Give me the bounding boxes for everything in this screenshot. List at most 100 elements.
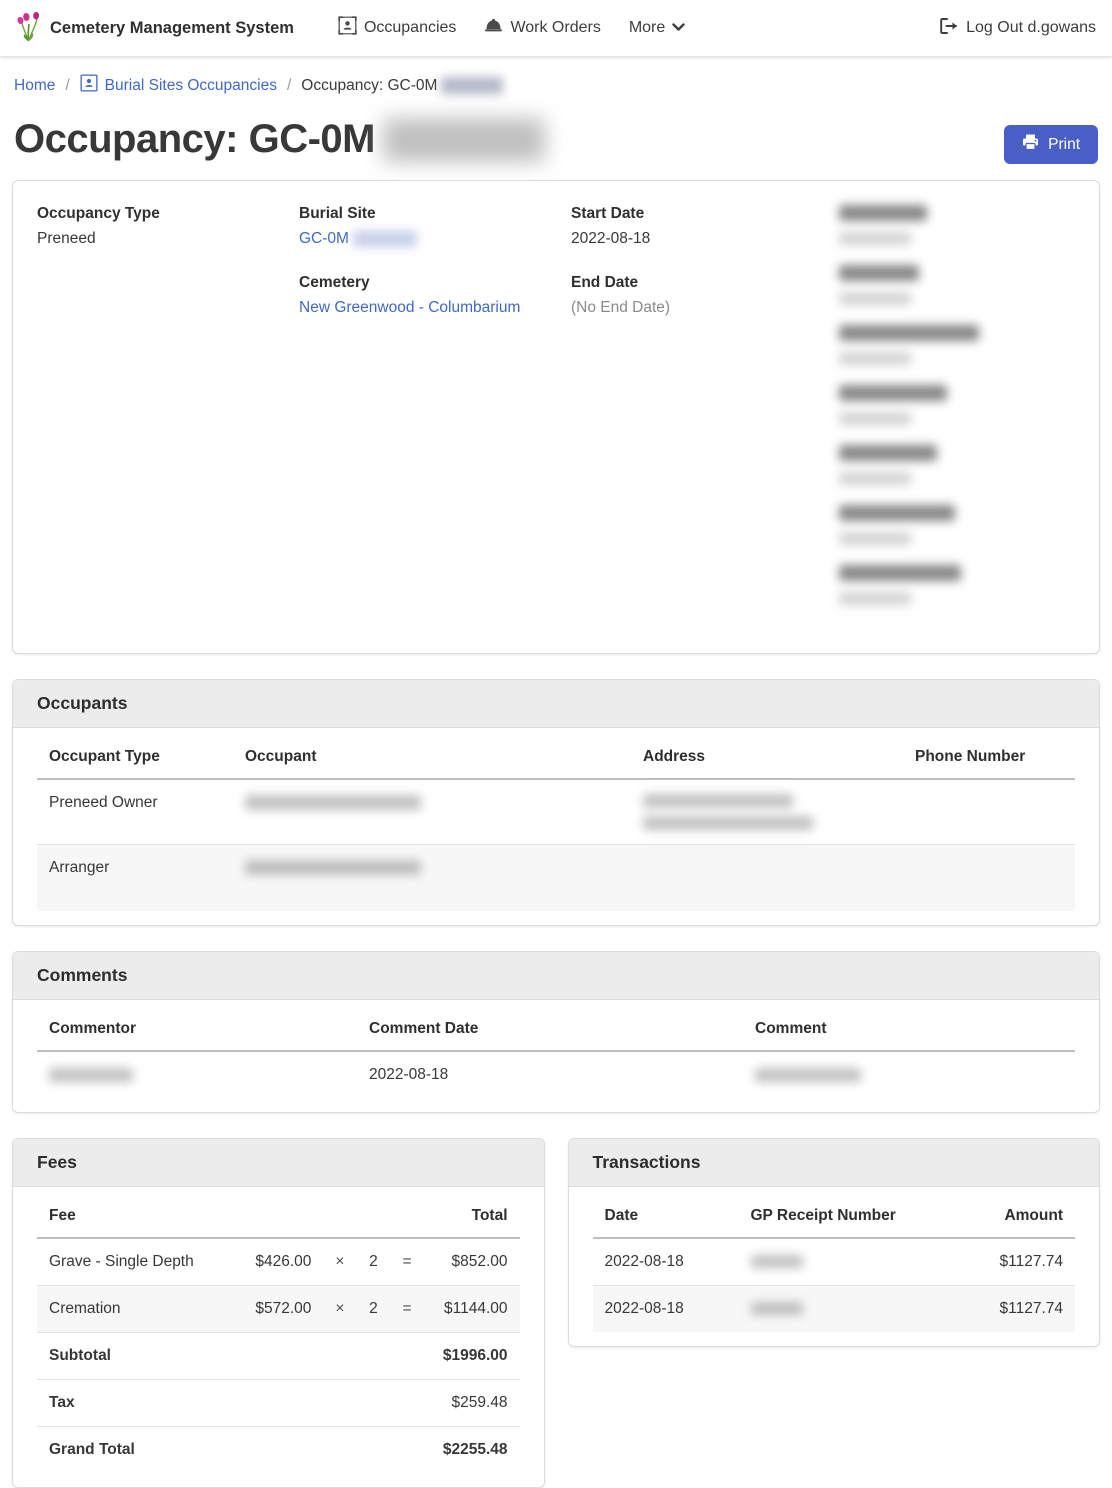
transactions-table: Date GP Receipt Number Amount 2022-08-18… (593, 1193, 1076, 1332)
redacted-field (839, 505, 1075, 548)
redacted-text (643, 794, 793, 808)
redacted-label (839, 505, 955, 521)
col-occupant: Occupant (233, 734, 631, 779)
subtotal-label: Subtotal (37, 1333, 235, 1380)
redacted-value (839, 592, 911, 605)
field-occupancy-type: Occupancy Type Preneed (37, 205, 299, 248)
details-col-2: Burial Site GC-0M Cemetery New Greenwood… (299, 205, 571, 625)
phone-cell (903, 779, 1075, 845)
logout-label: Log Out d.gowans (966, 19, 1096, 37)
redacted-label (839, 445, 937, 461)
cemetery-link[interactable]: New Greenwood - Columbarium (299, 299, 520, 316)
comment-date-cell: 2022-08-18 (357, 1051, 743, 1098)
occupants-section-title: Occupants (13, 680, 1099, 728)
redacted-label (839, 205, 927, 221)
redacted-field (839, 565, 1075, 608)
table-row: 2022-08-18 (37, 1051, 1075, 1098)
col-comment-date: Comment Date (357, 1006, 743, 1051)
fee-name-cell: Grave - Single Depth (37, 1238, 235, 1286)
field-label: Burial Site (299, 205, 571, 223)
nav-item-work-orders[interactable]: Work Orders (484, 17, 600, 39)
redacted-value (839, 352, 911, 365)
field-value: 2022-08-18 (571, 230, 839, 248)
nav-item-more[interactable]: More (629, 19, 685, 37)
fee-total-cell: $1144.00 (424, 1286, 520, 1333)
col-fee: Fee (37, 1193, 390, 1238)
occupants-table: Occupant Type Occupant Address Phone Num… (37, 734, 1075, 911)
breadcrumb-current-label: Occupancy: GC-0M (301, 77, 437, 95)
redacted-value (839, 412, 911, 425)
brand[interactable]: Cemetery Management System (16, 10, 294, 47)
redacted-value (839, 232, 911, 245)
gp-receipt-cell (739, 1238, 951, 1286)
details-col-3: Start Date 2022-08-18 End Date (No End D… (571, 205, 839, 625)
col-comment: Comment (743, 1006, 1075, 1051)
subtotal-row: Subtotal $1996.00 (37, 1333, 520, 1380)
col-total: Total (390, 1193, 519, 1238)
col-address: Address (631, 734, 903, 779)
top-navbar: Cemetery Management System Occupancies W… (0, 0, 1112, 56)
redacted-value (839, 532, 911, 545)
fee-qty-cell: 2 (356, 1286, 390, 1333)
printer-icon (1022, 134, 1039, 155)
occupancy-frame-icon (338, 16, 357, 40)
redacted-label (839, 565, 961, 581)
transaction-date-cell: 2022-08-18 (593, 1238, 739, 1286)
nav-item-occupancies[interactable]: Occupancies (338, 16, 457, 40)
times-sign: × (323, 1238, 356, 1286)
occupant-cell (233, 779, 631, 845)
occupant-cell (233, 845, 631, 912)
transaction-amount-cell: $1127.74 (951, 1238, 1076, 1286)
redacted-text (49, 1068, 133, 1082)
field-burial-site: Burial Site GC-0M (299, 205, 571, 248)
gp-receipt-cell (739, 1286, 951, 1333)
page-title-text: Occupancy: GC-0M (14, 117, 375, 162)
details-grid: Occupancy Type Preneed Burial Site GC-0M… (37, 205, 1075, 625)
details-col-1: Occupancy Type Preneed (37, 205, 299, 625)
redacted-field (839, 205, 1075, 248)
fee-name-cell: Cremation (37, 1286, 235, 1333)
redacted-field (839, 445, 1075, 488)
breadcrumb-occupancies-label: Burial Sites Occupancies (105, 77, 277, 95)
field-value: Preneed (37, 230, 299, 248)
fee-unit-cell: $572.00 (235, 1286, 323, 1333)
breadcrumb-home-link[interactable]: Home (14, 77, 55, 95)
redacted-text (751, 1302, 803, 1315)
table-row: Preneed Owner (37, 779, 1075, 845)
field-label: End Date (571, 274, 839, 292)
logout-link[interactable]: Log Out d.gowans (940, 18, 1096, 39)
grand-total-row: Grand Total $2255.48 (37, 1427, 520, 1474)
occupancy-frame-icon-blue (80, 74, 98, 97)
sign-out-icon (940, 18, 958, 39)
occupant-type-cell: Preneed Owner (37, 779, 233, 845)
table-header-row: Fee Total (37, 1193, 520, 1238)
hardhat-icon (484, 17, 503, 39)
table-row: Arranger (37, 845, 1075, 912)
comments-card: Comments Commentor Comment Date Comment (12, 951, 1100, 1113)
breadcrumb-current: Occupancy: GC-0M (301, 77, 503, 95)
field-value: (No End Date) (571, 299, 839, 317)
fee-total-cell: $852.00 (424, 1238, 520, 1286)
nav-item-label: Occupancies (364, 19, 457, 37)
address-cell (631, 779, 903, 845)
col-amount: Amount (951, 1193, 1076, 1238)
tax-row: Tax $259.48 (37, 1380, 520, 1427)
redacted-field (839, 385, 1075, 428)
transactions-section-title: Transactions (569, 1139, 1100, 1187)
field-start-date: Start Date 2022-08-18 (571, 205, 839, 248)
redacted-label (839, 385, 947, 401)
equals-sign: = (390, 1286, 423, 1333)
breadcrumb-occupancies-link[interactable]: Burial Sites Occupancies (80, 74, 277, 97)
table-row: 2022-08-18 $1127.74 (593, 1238, 1076, 1286)
col-phone-number: Phone Number (903, 734, 1075, 779)
redacted-text (643, 816, 813, 830)
print-button[interactable]: Print (1004, 125, 1098, 164)
redacted-text (755, 1068, 861, 1082)
redacted-label (839, 325, 979, 341)
print-button-label: Print (1048, 136, 1080, 154)
burial-site-link[interactable]: GC-0M (299, 230, 349, 247)
app-title: Cemetery Management System (50, 19, 294, 38)
bottom-row: Fees Fee Total Grave - Single Depth $426… (12, 1138, 1100, 1488)
subtotal-value: $1996.00 (424, 1333, 520, 1380)
field-label: Start Date (571, 205, 839, 223)
